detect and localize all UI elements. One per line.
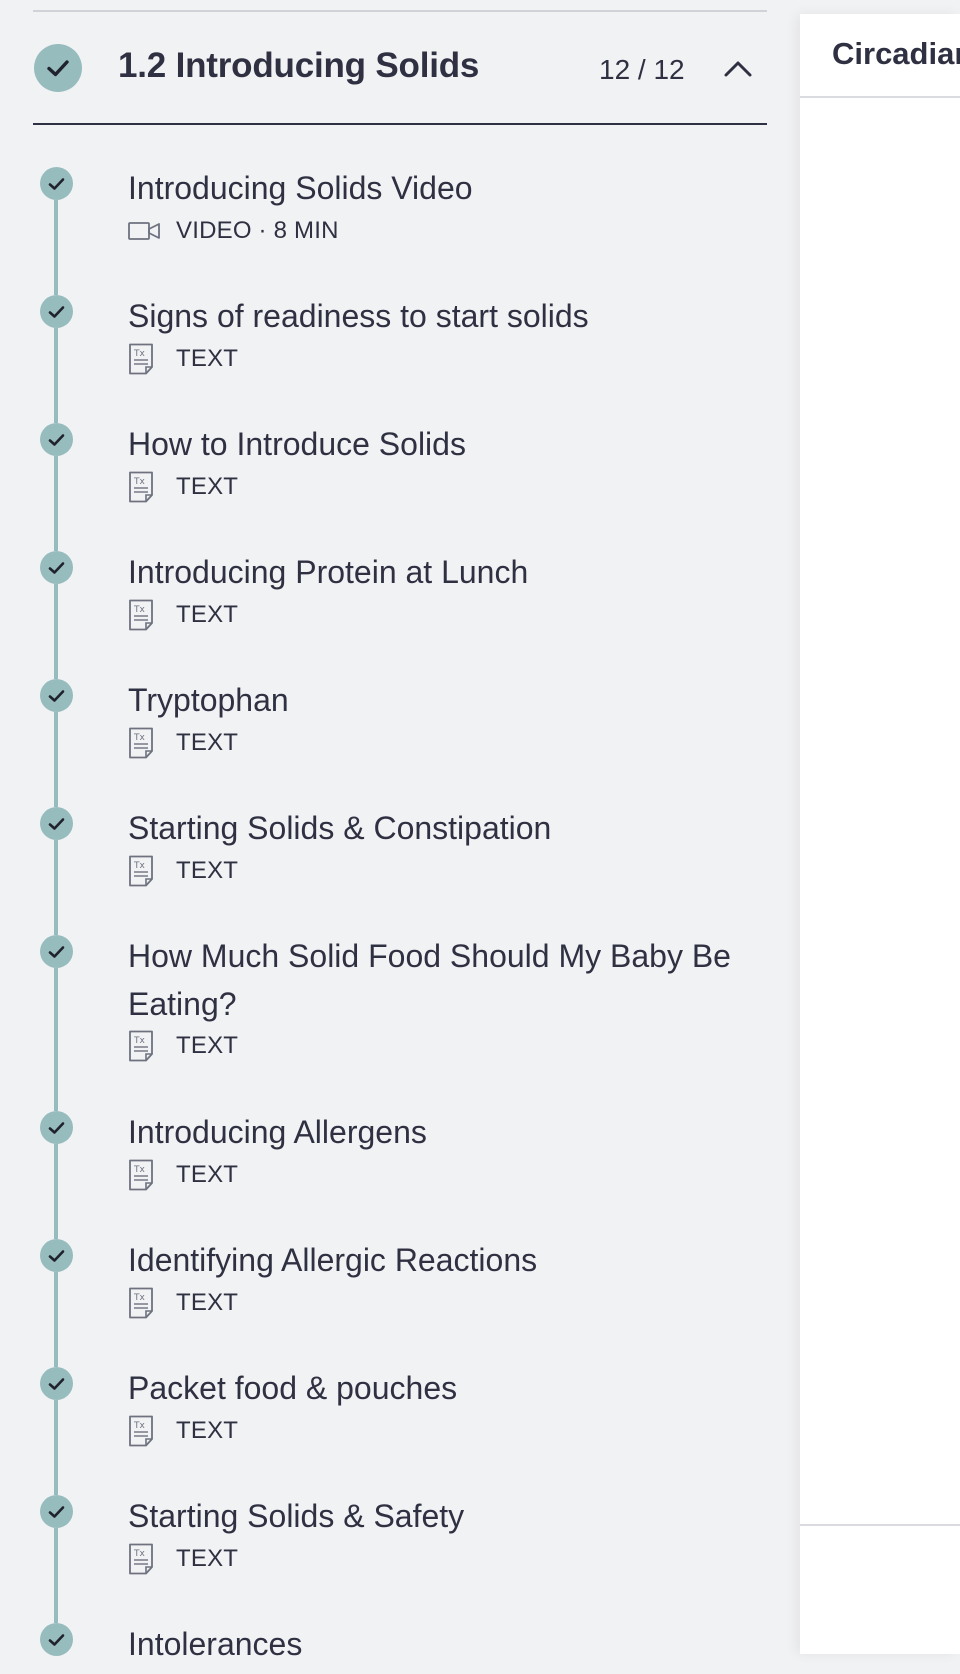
svg-text:Tx: Tx (133, 1549, 145, 1559)
svg-text:Tx: Tx (133, 477, 145, 487)
lesson-meta: VIDEO · 8 MIN (128, 215, 339, 247)
progress-connector-line (54, 1400, 58, 1495)
lesson-list: Introducing Solids Video VIDEO · 8 MIN Sig… (0, 0, 780, 1674)
text-document-icon: Tx (128, 471, 162, 503)
lesson-complete-check-icon (40, 551, 73, 584)
lesson-type-label: TEXT (176, 473, 239, 500)
progress-connector-line (54, 584, 58, 679)
lesson-complete-check-icon (40, 167, 73, 200)
svg-text:Tx: Tx (133, 733, 145, 743)
lesson-type-label: TEXT (176, 1545, 239, 1572)
lesson-type-label: TEXT (176, 1417, 239, 1444)
lesson-type-label: TEXT (176, 1032, 239, 1059)
progress-connector-line (54, 1272, 58, 1367)
progress-connector-line (54, 328, 58, 423)
lesson-type-label: TEXT (176, 1289, 239, 1316)
content-title: Circadian (832, 36, 960, 71)
lesson-title: How Much Solid Food Should My Baby Be Ea… (128, 938, 731, 1022)
lesson-title: Introducing Allergens (128, 1114, 427, 1150)
lesson-complete-check-icon (40, 1495, 73, 1528)
lesson-title: Tryptophan (128, 682, 289, 718)
progress-connector-line (54, 712, 58, 807)
progress-connector-line (54, 1528, 58, 1623)
lesson-complete-check-icon (40, 807, 73, 840)
svg-text:Tx: Tx (133, 349, 145, 359)
svg-text:Tx: Tx (133, 1036, 145, 1046)
text-document-icon: Tx (128, 1415, 162, 1447)
text-document-icon: Tx (128, 1159, 162, 1191)
svg-text:Tx: Tx (133, 861, 145, 871)
lesson-complete-check-icon (40, 1239, 73, 1272)
svg-text:Tx: Tx (133, 605, 145, 615)
lesson-meta: Tx TEXT (128, 1543, 238, 1575)
lesson-complete-check-icon (40, 1111, 73, 1144)
progress-connector-line (54, 840, 58, 935)
lesson-meta: Tx TEXT (128, 471, 238, 503)
lesson-title: Starting Solids & Safety (128, 1498, 465, 1534)
lesson-type-label: VIDEO · 8 MIN (176, 217, 339, 244)
text-document-icon: Tx (128, 855, 162, 887)
lesson-complete-check-icon (40, 295, 73, 328)
lesson-meta: Tx TEXT (128, 599, 238, 631)
svg-text:Tx: Tx (133, 1293, 145, 1303)
text-document-icon: Tx (128, 599, 162, 631)
lesson-meta: Tx TEXT (128, 727, 238, 759)
lesson-title: Intolerances (128, 1626, 303, 1662)
lesson-title: Identifying Allergic Reactions (128, 1242, 538, 1278)
lesson-meta: Tx TEXT (128, 1159, 238, 1191)
progress-connector-line (54, 1144, 58, 1239)
text-document-icon: Tx (128, 1543, 162, 1575)
lesson-complete-check-icon (40, 423, 73, 456)
lesson-title: Packet food & pouches (128, 1370, 458, 1406)
lesson-title: Starting Solids & Constipation (128, 810, 552, 846)
progress-connector-line (54, 200, 58, 295)
lesson-meta: Tx TEXT (128, 855, 238, 887)
lesson-meta: Tx TEXT (128, 1415, 238, 1447)
content-header-divider (800, 96, 960, 98)
lesson-meta: Tx TEXT (128, 1287, 238, 1319)
lesson-type-label: TEXT (176, 729, 239, 756)
lesson-meta: Tx TEXT (128, 343, 238, 375)
lesson-type-label: TEXT (176, 857, 239, 884)
svg-text:Tx: Tx (133, 1165, 145, 1175)
lesson-type-label: TEXT (176, 1161, 239, 1188)
text-document-icon: Tx (128, 343, 162, 375)
text-document-icon: Tx (128, 727, 162, 759)
lesson-meta: Tx TEXT (128, 1030, 238, 1062)
progress-connector-line (54, 968, 58, 1111)
lesson-complete-check-icon (40, 935, 73, 968)
progress-connector-line (54, 456, 58, 551)
lesson-complete-check-icon (40, 679, 73, 712)
text-document-icon: Tx (128, 1030, 162, 1062)
lesson-title: How to Introduce Solids (128, 426, 466, 462)
svg-text:Tx: Tx (133, 1421, 145, 1431)
lesson-complete-check-icon (40, 1623, 73, 1656)
content-panel: Circadian (800, 14, 960, 1654)
lesson-title: Introducing Solids Video (128, 170, 473, 206)
lesson-title: Signs of readiness to start solids (128, 298, 589, 334)
course-page: 1.2 Introducing Solids 12 / 12 Introduci… (0, 0, 960, 1674)
lesson-type-label: TEXT (176, 345, 239, 372)
text-document-icon: Tx (128, 1287, 162, 1319)
lesson-type-label: TEXT (176, 601, 239, 628)
video-camera-icon (128, 215, 162, 247)
lesson-complete-check-icon (40, 1367, 73, 1400)
content-footer-divider (800, 1524, 960, 1526)
lesson-title: Introducing Protein at Lunch (128, 554, 529, 590)
